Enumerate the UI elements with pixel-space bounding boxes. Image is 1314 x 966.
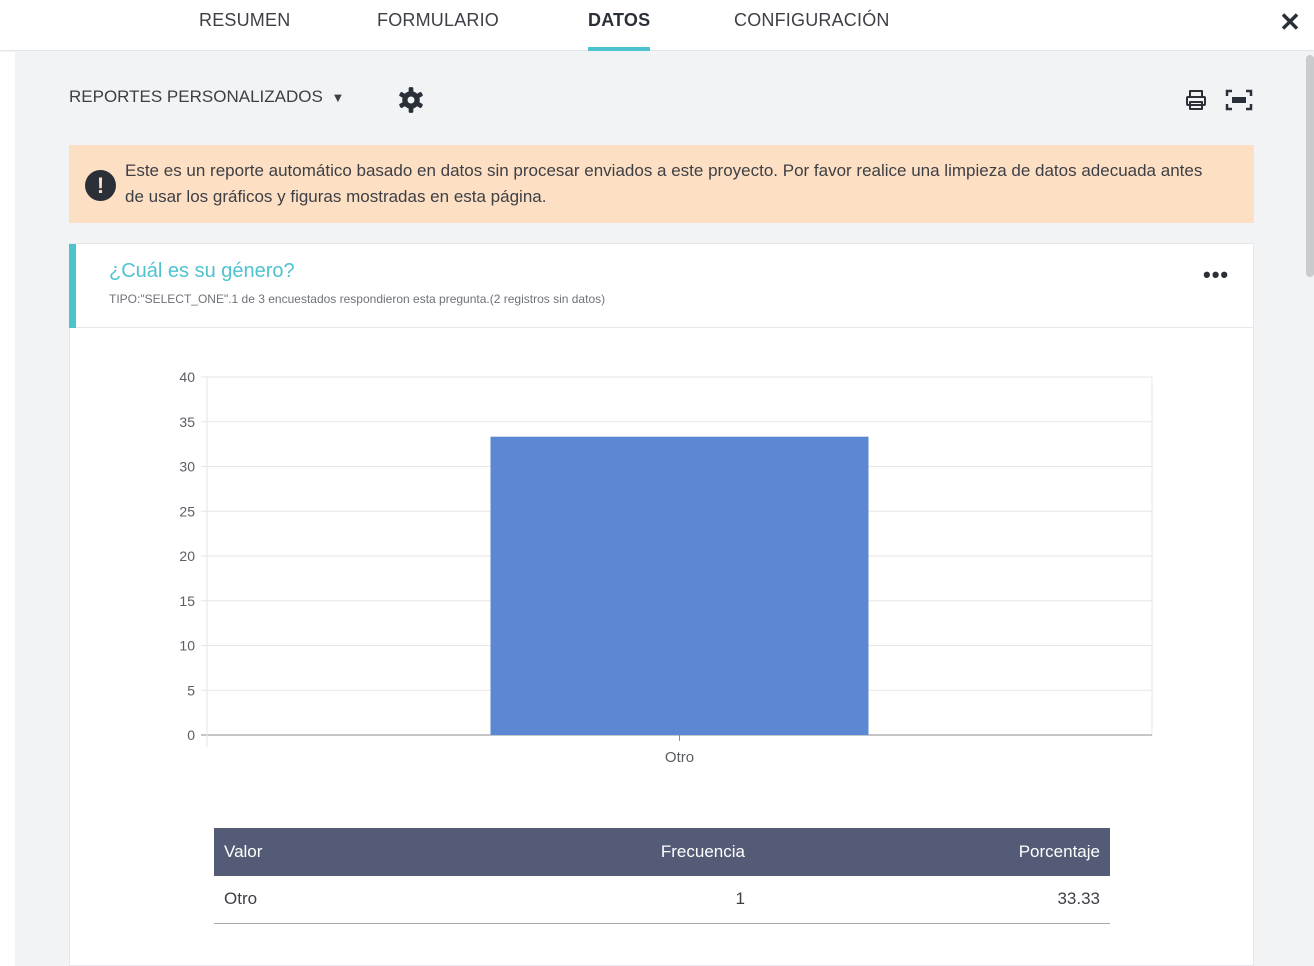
scrollbar-thumb[interactable] (1306, 55, 1314, 277)
question-accent-bar (69, 244, 76, 328)
raw-data-warning-banner: ! Este es un reporte automático basado e… (69, 145, 1254, 223)
question-title: ¿Cuál es su género? (109, 260, 295, 282)
y-tick-label: 0 (187, 727, 195, 743)
custom-reports-dropdown[interactable]: REPORTES PERSONALIZADOS ▼ (69, 87, 344, 109)
tab-configuracion[interactable]: CONFIGURACIÓN (734, 0, 890, 51)
more-options-button[interactable]: ••• (1203, 264, 1233, 288)
column-header-porcentaje: Porcentaje (755, 828, 1110, 876)
frequency-table: Valor Frecuencia Porcentaje Otro 1 33.33 (214, 828, 1110, 924)
question-header: ¿Cuál es su género? TIPO:"SELECT_ONE".1 … (69, 244, 1253, 328)
column-header-frecuencia: Frecuencia (514, 828, 755, 876)
expand-icon[interactable] (1224, 88, 1254, 112)
more-icon: ••• (1203, 262, 1230, 287)
table-header-row: Valor Frecuencia Porcentaje (214, 828, 1110, 876)
y-tick-label: 35 (179, 414, 195, 430)
gear-icon[interactable] (397, 86, 425, 114)
active-tab-underline (588, 47, 651, 51)
print-icon[interactable] (1184, 88, 1208, 112)
top-tab-bar: RESUMEN FORMULARIO DATOS CONFIGURACIÓN ✕ (0, 0, 1314, 51)
bar (490, 436, 869, 735)
left-panel-edge (0, 52, 15, 966)
cell-percentage: 33.33 (755, 876, 1110, 924)
tab-label: FORMULARIO (377, 10, 500, 30)
tab-label: CONFIGURACIÓN (734, 10, 890, 30)
exclamation-icon: ! (85, 170, 116, 201)
warning-text: Este es un reporte automático basado en … (125, 161, 1203, 206)
y-tick-label: 30 (179, 459, 195, 475)
cell-frequency: 1 (514, 876, 755, 924)
tab-resumen[interactable]: RESUMEN (199, 0, 290, 51)
y-tick-label: 10 (179, 638, 195, 654)
y-tick-label: 5 (187, 682, 195, 698)
tab-label: DATOS (588, 10, 651, 30)
cell-value: Otro (214, 876, 514, 924)
x-tick-label: Otro (665, 749, 694, 766)
close-icon[interactable]: ✕ (1278, 8, 1302, 36)
y-tick-label: 40 (179, 369, 195, 385)
tab-datos[interactable]: DATOS (588, 0, 651, 51)
column-header-valor: Valor (214, 828, 514, 876)
table-row: Otro 1 33.33 (214, 876, 1110, 924)
y-tick-label: 20 (179, 548, 195, 564)
chevron-down-icon: ▼ (331, 90, 345, 105)
question-meta: TIPO:"SELECT_ONE".1 de 3 encuestados res… (109, 292, 606, 306)
bar-chart: 0 5 10 15 20 25 30 35 40 Otro (179, 369, 1153, 766)
tab-formulario[interactable]: FORMULARIO (377, 0, 499, 51)
question-report-card: ¿Cuál es su género? TIPO:"SELECT_ONE".1 … (69, 243, 1254, 966)
custom-reports-label: REPORTES PERSONALIZADOS (69, 87, 323, 106)
y-tick-label: 15 (179, 593, 195, 609)
y-tick-label: 25 (179, 503, 195, 519)
tab-label: RESUMEN (199, 10, 291, 30)
